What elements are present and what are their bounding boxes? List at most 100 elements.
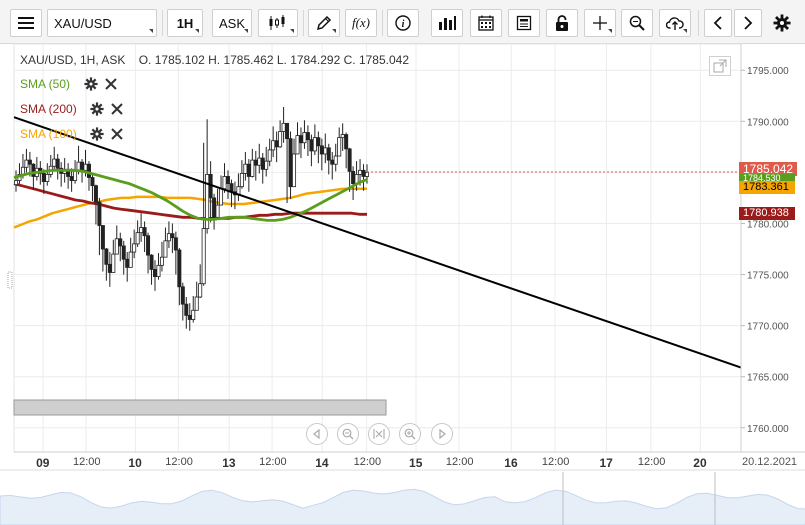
candle-body [330,159,335,165]
candle-body [90,177,95,187]
candle-body [212,197,217,218]
candle-body [73,170,78,181]
candle-body [271,140,276,151]
pan-right-button[interactable] [431,423,453,445]
candle-body [326,147,331,161]
close-icon [111,103,123,115]
time-axis-time-label: 12:00 [353,456,382,468]
indicator-settings-button[interactable] [90,102,104,116]
candle-body [41,172,46,182]
candle-body [132,243,137,253]
time-axis-day-label: 10 [128,456,142,470]
candle-body [215,204,220,218]
candle-body [281,122,286,132]
candle-body [347,148,352,172]
indicator-remove-button[interactable] [110,127,124,141]
price-tick-label: 1760.000 [747,424,789,435]
candle-body [364,171,369,177]
candle-body [264,160,269,170]
candle-body [118,238,123,247]
price-tick-label: 1790.000 [747,117,789,128]
time-axis-time-label: 12:00 [445,456,474,468]
candle-body [55,158,60,169]
indicator-legend-sma100: SMA (100) [20,127,124,141]
candle-body [125,258,130,268]
candle-body [135,232,140,245]
candle-body [163,240,168,258]
candle-body [316,137,321,147]
candle-body [177,249,182,288]
indicator-remove-button[interactable] [104,77,118,91]
time-axis-time-label: 12:00 [165,456,193,468]
indicator-legend-sma200: SMA (200) [20,102,124,116]
time-axis-time-label: 12:00 [259,456,287,468]
close-icon [105,78,117,90]
open-value: O. 1785.102 [138,53,205,67]
candle-body [149,254,154,270]
candle-body [173,237,178,251]
candle-body [285,122,290,140]
chart-symbol-label: XAU/USD, 1H, ASK [20,53,126,67]
candle-body [305,132,310,141]
candle-body [13,180,18,186]
candle-body [222,176,227,190]
price-tick-label: 1780.000 [747,219,789,230]
candle-body [358,169,363,175]
triangle-left-icon [313,429,320,439]
indicator-settings-button[interactable] [84,77,98,91]
candle-body [298,135,303,144]
expand-chart-button[interactable] [709,56,731,76]
time-axis-time-label: 12:00 [637,456,666,468]
zoom-out-icon [342,428,354,440]
indicator-legend-sma50: SMA (50) [20,77,118,91]
candle-body [69,176,74,181]
candle-body [319,145,324,155]
gear-icon [84,77,98,91]
candle-body [288,138,293,188]
price-tick-label: 1770.000 [747,322,789,333]
candle-body [107,263,112,273]
close-icon [111,128,123,140]
candle-body [97,201,102,226]
candle-body [344,134,349,150]
candle-body [194,296,199,311]
candle-body [156,264,161,277]
pan-left-button[interactable] [306,423,328,445]
candle-body [121,245,126,260]
candle-body [114,238,119,255]
candle-body [80,161,85,171]
candle-body [323,147,328,155]
sma100-price-tag: 1783.361 [739,181,795,194]
gear-icon [90,127,104,141]
close-value: C. 1785.042 [343,53,409,67]
triangle-right-icon [439,429,446,439]
candle-body [184,303,189,316]
zoom-out-button[interactable] [337,423,359,445]
zoom-in-button[interactable] [399,423,421,445]
indicator-remove-button[interactable] [110,102,124,116]
candle-body [146,235,151,256]
price-tick-label: 1795.000 [747,66,789,77]
candle-body [267,149,272,162]
time-axis-day-label: 09 [36,456,50,470]
price-chart[interactable]: 1795.0001790.0001785.0001780.0001775.000… [0,0,805,525]
time-axis-day-label: 17 [599,456,613,470]
fit-icon [373,429,385,439]
candle-body [27,159,32,165]
overview-navigator [0,469,805,525]
time-axis-time-label: 12:00 [72,456,101,468]
candle-body [239,172,244,188]
candle-body [111,253,116,273]
reset-view-button[interactable] [368,423,390,445]
candle-body [219,188,224,206]
indicator-label: SMA (100) [20,127,77,141]
candle-body [153,269,158,277]
price-tick-label: 1765.000 [747,373,789,384]
indicator-settings-button[interactable] [90,127,104,141]
candle-body [83,163,88,171]
candle-body [340,134,345,139]
candle-body [333,155,338,165]
time-axis-time-label: 12:00 [541,456,570,468]
candle-body [45,174,50,182]
candle-body [274,140,279,148]
